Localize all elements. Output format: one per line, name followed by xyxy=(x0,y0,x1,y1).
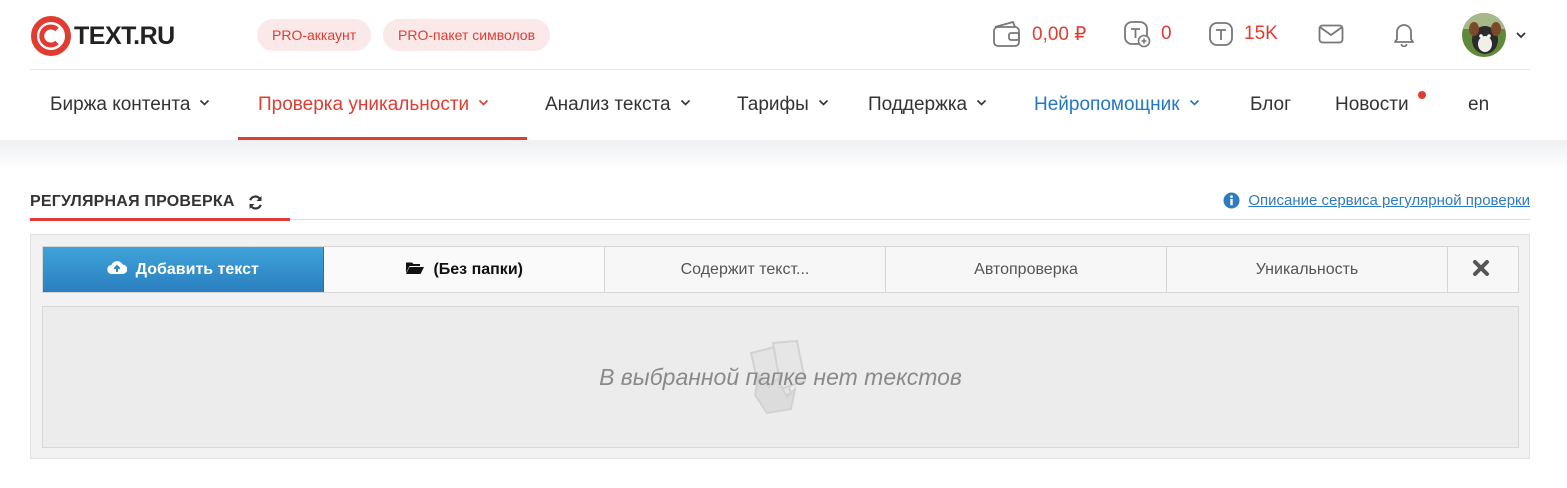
logo-text: TEXT.RU xyxy=(74,21,175,50)
close-icon xyxy=(1473,259,1489,276)
header-shadow xyxy=(0,140,1567,170)
clear-filter-button[interactable] xyxy=(1448,247,1518,292)
contains-text-filter[interactable]: Содержит текст... xyxy=(605,247,886,292)
mail-icon xyxy=(1318,24,1344,44)
coin-icon xyxy=(1209,22,1233,46)
section-title-underline xyxy=(30,218,290,221)
avatar-image xyxy=(1462,13,1506,57)
pro-chars-pill[interactable]: PRO-пакет символов xyxy=(383,19,551,51)
nav-item-neuro-assistant[interactable]: Нейропомощник xyxy=(1034,70,1200,140)
nav-item-label: Проверка уникальности xyxy=(258,94,470,115)
main-nav: Биржа контента Проверка уникальности Ана… xyxy=(30,70,1530,140)
nav-item-label: Поддержка xyxy=(868,94,968,115)
nav-item-tariffs[interactable]: Тарифы xyxy=(737,70,829,140)
texts-toolbar: Добавить текст (Без папки) Содержит текс… xyxy=(42,246,1519,293)
nav-item-label: Нейропомощник xyxy=(1034,94,1180,115)
nav-item-label: Новости xyxy=(1335,94,1409,115)
regular-check-panel: Добавить текст (Без папки) Содержит текс… xyxy=(30,234,1530,459)
notifications-button[interactable] xyxy=(1387,17,1421,51)
add-text-button[interactable]: Добавить текст xyxy=(43,247,324,292)
folder-selector[interactable]: (Без папки) xyxy=(324,247,605,292)
tcoins-plus-value: 0 xyxy=(1161,23,1172,44)
autocheck-label: Автопроверка xyxy=(974,261,1078,278)
nav-item-language[interactable]: en xyxy=(1468,70,1489,140)
chevron-down-icon xyxy=(200,100,210,107)
section-title: РЕГУЛЯРНАЯ ПРОВЕРКА xyxy=(30,190,264,214)
chevron-down-icon xyxy=(1189,100,1199,107)
cloud-upload-icon xyxy=(107,261,128,275)
contains-text-label: Содержит текст... xyxy=(680,261,810,278)
site-logo[interactable]: TEXT.RU xyxy=(30,14,175,58)
nav-item-text-analysis[interactable]: Анализ текста xyxy=(545,70,691,140)
bell-icon xyxy=(1394,24,1414,47)
empty-texts-area: В выбранной папке нет текстов xyxy=(42,306,1519,448)
empty-state-message: В выбранной папке нет текстов xyxy=(599,363,962,390)
user-avatar[interactable] xyxy=(1462,13,1506,57)
nav-item-blog[interactable]: Блог xyxy=(1250,70,1291,140)
service-description-text: Описание сервиса регулярной проверки xyxy=(1248,192,1530,209)
balance-widget[interactable]: 0,00 ₽ xyxy=(992,17,1086,51)
nav-item-label: Блог xyxy=(1250,94,1292,115)
tcoins-plus-widget[interactable]: 0 xyxy=(1123,17,1172,51)
autocheck-column[interactable]: Автопроверка xyxy=(886,247,1167,292)
chevron-down-icon xyxy=(977,100,987,107)
folder-open-icon xyxy=(406,262,424,275)
pro-account-pill[interactable]: PRO-аккаунт xyxy=(257,19,372,51)
add-text-label: Добавить текст xyxy=(135,261,259,278)
refresh-icon[interactable] xyxy=(247,194,264,211)
uniqueness-label: Уникальность xyxy=(1255,261,1359,278)
chevron-down-icon xyxy=(680,100,690,107)
nav-item-news[interactable]: Новости xyxy=(1335,70,1409,140)
site-header: TEXT.RU PRO-аккаунт PRO-пакет символов 0… xyxy=(0,0,1567,140)
uniqueness-column[interactable]: Уникальность xyxy=(1167,247,1448,292)
tcoins-value: 15K xyxy=(1244,23,1278,44)
messages-button[interactable] xyxy=(1314,17,1348,51)
folder-label: (Без папки) xyxy=(433,261,523,278)
info-icon xyxy=(1223,192,1240,209)
nav-item-label: Тарифы xyxy=(737,94,809,115)
nav-item-label: Анализ текста xyxy=(545,94,671,115)
nav-item-label: Биржа контента xyxy=(50,94,191,115)
news-notification-dot xyxy=(1418,91,1426,99)
tcoins-widget[interactable]: 15K xyxy=(1208,17,1278,51)
nav-item-support[interactable]: Поддержка xyxy=(868,70,987,140)
chevron-down-icon[interactable] xyxy=(1514,28,1528,42)
copyright-logo-icon xyxy=(31,16,71,56)
nav-item-uniqueness-check[interactable]: Проверка уникальности xyxy=(258,70,489,140)
wallet-icon xyxy=(993,21,1020,47)
header-top-row: TEXT.RU PRO-аккаунт PRO-пакет символов 0… xyxy=(30,0,1530,70)
section-title-text: РЕГУЛЯРНАЯ ПРОВЕРКА xyxy=(30,193,235,210)
coin-plus-icon xyxy=(1124,21,1151,48)
service-description-link[interactable]: Описание сервиса регулярной проверки xyxy=(1223,192,1530,209)
nav-item-content-exchange[interactable]: Биржа контента xyxy=(50,70,210,140)
balance-value: 0,00 ₽ xyxy=(1032,23,1087,45)
chevron-down-icon xyxy=(479,100,489,107)
chevron-down-icon xyxy=(818,100,828,107)
nav-item-label: en xyxy=(1468,94,1490,115)
